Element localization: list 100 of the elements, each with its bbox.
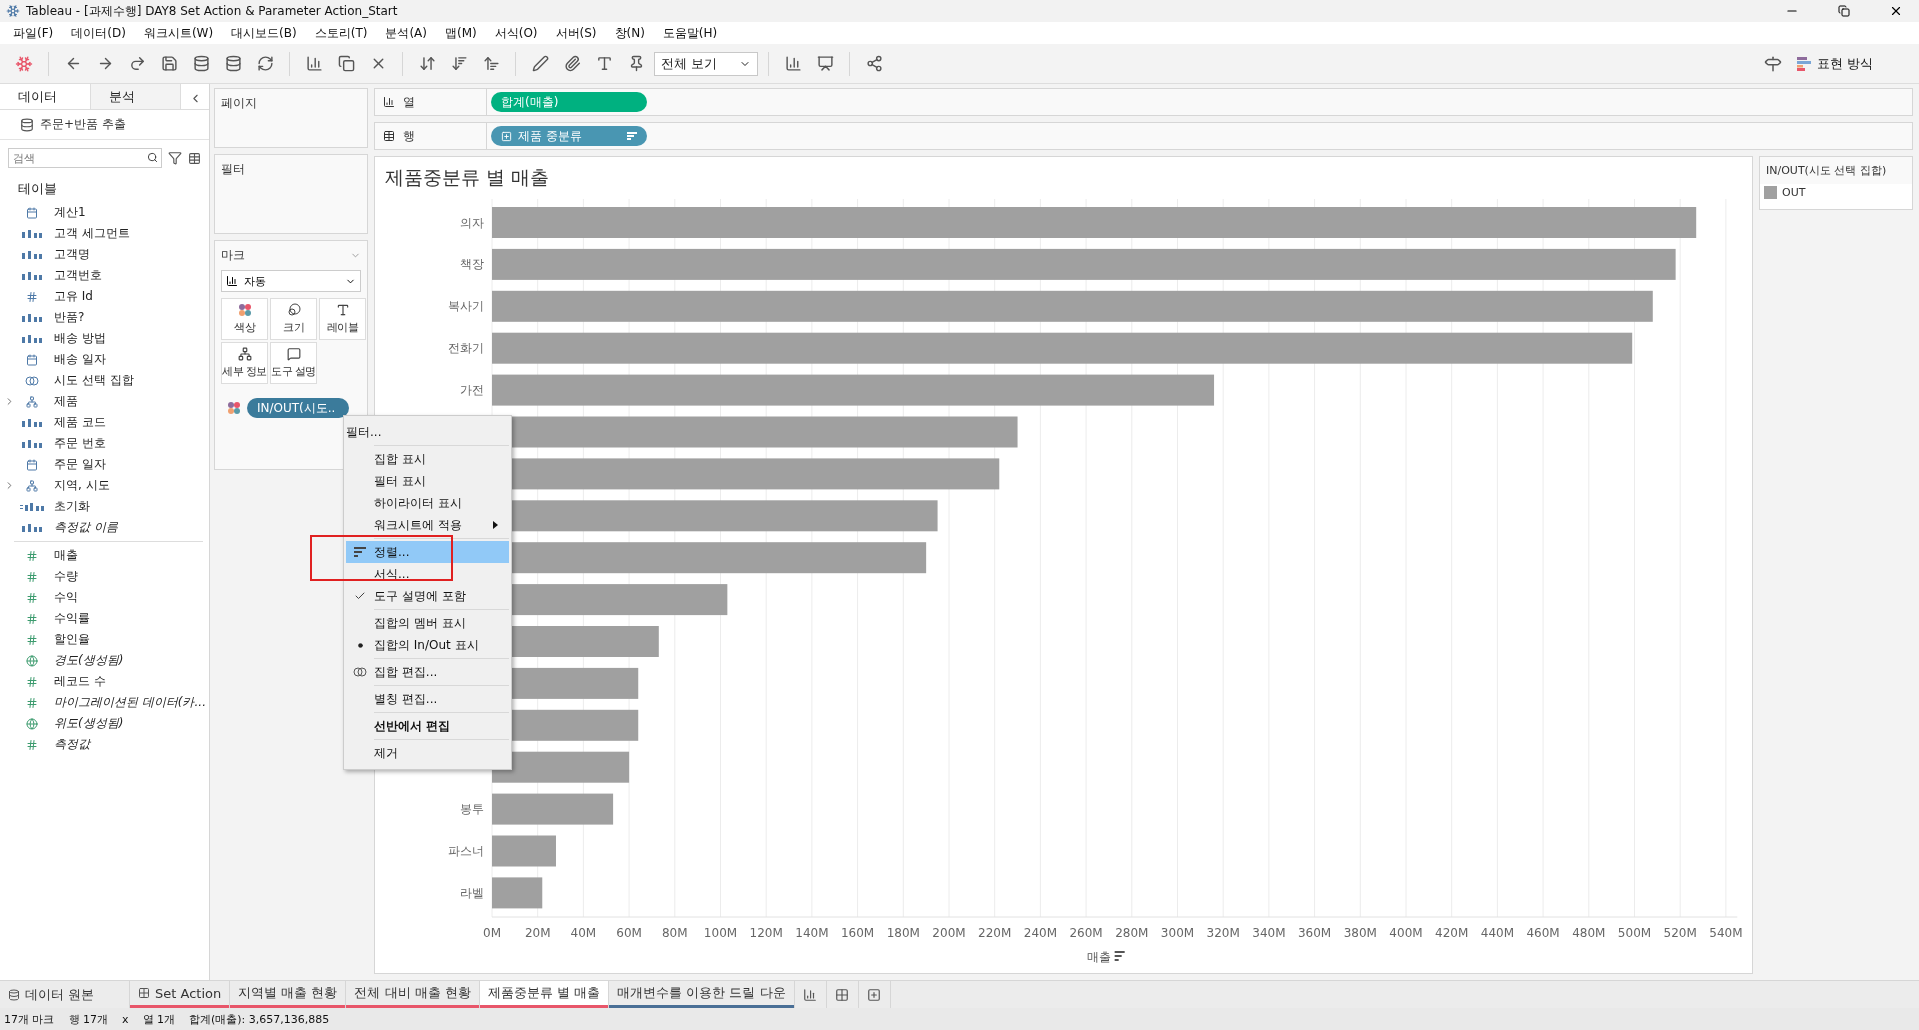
- menu-item[interactable]: 워크시트(W): [134, 24, 223, 42]
- field-item[interactable]: 고유 Id: [54, 288, 93, 305]
- marks-button[interactable]: 색상: [221, 298, 268, 340]
- pane-tab[interactable]: 분석: [90, 84, 181, 109]
- tick-label: 520M: [1663, 926, 1697, 940]
- menu-item[interactable]: 필터 표시: [346, 470, 509, 492]
- field-item[interactable]: 레코드 수: [54, 673, 106, 690]
- field-item[interactable]: 측정값 이름: [54, 519, 118, 536]
- field-item[interactable]: 수량: [54, 568, 78, 585]
- card-title: 마크: [221, 247, 245, 264]
- menu-item[interactable]: 서버(S): [546, 24, 606, 42]
- menu-item[interactable]: 도움말(H): [653, 24, 727, 42]
- menu-item[interactable]: 맵(M): [436, 24, 486, 42]
- fit-dropdown[interactable]: 전체 보기: [654, 51, 758, 76]
- field-item[interactable]: 제품: [54, 393, 78, 410]
- duplicate-icon: [337, 55, 355, 72]
- globe-icon: [26, 654, 38, 667]
- field-item[interactable]: 매출: [54, 547, 78, 564]
- menu-item[interactable]: 워크시트에 적용: [346, 514, 509, 536]
- field-item[interactable]: 고객명: [54, 246, 90, 263]
- search-icon: [147, 152, 158, 163]
- menu-item[interactable]: 서식(O): [485, 24, 547, 42]
- sort-icon[interactable]: [1114, 951, 1125, 961]
- field-item[interactable]: 계산1: [54, 204, 86, 221]
- grid-icon: [835, 987, 850, 1002]
- field-item[interactable]: 측정값: [54, 736, 90, 753]
- menu-item[interactable]: 정렬...: [346, 541, 509, 563]
- tick-label: 120M: [749, 926, 783, 940]
- menu-item[interactable]: 선반에서 편집: [346, 715, 509, 737]
- sort-descending-icon: [482, 55, 500, 72]
- hierarchy-icon: [26, 395, 38, 408]
- show-me-button[interactable]: 표현 방식: [1790, 49, 1879, 78]
- hash-icon: [26, 738, 38, 751]
- calculated-hash-icon: [26, 612, 38, 625]
- menu-item[interactable]: 제거: [346, 742, 509, 764]
- menu-item[interactable]: 스토리(T): [305, 24, 377, 42]
- menu-item[interactable]: 집합 표시: [346, 448, 509, 470]
- menu-item[interactable]: 하이라이터 표시: [346, 492, 509, 514]
- speech-bubble-icon: [286, 347, 301, 361]
- field-item[interactable]: 배송 방법: [54, 330, 106, 347]
- category-label: 가전: [460, 383, 484, 398]
- menu-item[interactable]: 대시보드(B): [222, 24, 306, 42]
- sort-ascending-icon: [450, 55, 468, 72]
- sheet-tab[interactable]: 지역별 매출 현황: [230, 981, 347, 1008]
- field-item[interactable]: 주문 일자: [54, 456, 106, 473]
- checkmark-icon: [354, 590, 366, 602]
- section-heading: 테이블: [17, 180, 58, 198]
- search-field[interactable]: 검색: [8, 148, 162, 168]
- tick-label: 460M: [1526, 926, 1560, 940]
- database-icon: [224, 55, 242, 72]
- menu-item[interactable]: 창(N): [605, 24, 654, 42]
- marks-button[interactable]: 도구 설명: [270, 342, 317, 384]
- field-item[interactable]: 위도(생성됨): [54, 715, 124, 732]
- sheet-tab[interactable]: 전체 대비 매출 현황: [346, 981, 480, 1008]
- tick-label: 300M: [1160, 926, 1195, 940]
- menu-item[interactable]: 별칭 편집...: [346, 688, 509, 710]
- field-item[interactable]: 초기화: [54, 498, 90, 515]
- database-icon: [8, 988, 20, 1001]
- filter-icon[interactable]: [168, 151, 182, 165]
- field-item[interactable]: 반품?: [54, 309, 85, 326]
- axis-title: 매출: [1086, 950, 1111, 964]
- tick-label: 380M: [1343, 926, 1377, 940]
- menu-item[interactable]: 집합 편집...: [346, 661, 509, 683]
- view-options-icon[interactable]: [188, 151, 201, 165]
- field-item[interactable]: 제품 코드: [54, 414, 106, 431]
- field-item[interactable]: 수익: [54, 589, 78, 606]
- menu-item[interactable]: 파일(F): [4, 24, 63, 42]
- hash-icon: [26, 696, 38, 709]
- field-item[interactable]: 경도(생성됨): [54, 652, 124, 669]
- sheet-tab[interactable]: Set Action: [130, 981, 231, 1008]
- category-label: 책장: [460, 257, 484, 272]
- field-item[interactable]: 고객번호: [54, 267, 102, 284]
- menu-item[interactable]: 서식...: [346, 563, 509, 585]
- field-item[interactable]: 수익률: [54, 610, 90, 627]
- menu-item[interactable]: 데이터(D): [62, 24, 135, 42]
- field-item[interactable]: 배송 일자: [54, 351, 106, 368]
- marks-button[interactable]: 크기: [270, 298, 317, 340]
- marks-button[interactable]: 레이블: [319, 298, 366, 340]
- field-pill[interactable]: IN/OUT(시도..: [247, 398, 350, 418]
- menu-item[interactable]: 필터...: [318, 421, 509, 443]
- field-item[interactable]: 할인율: [54, 631, 90, 648]
- bar: [492, 877, 543, 909]
- status-text: 합계(매출): 3,657,136,885: [189, 1011, 330, 1027]
- field-item[interactable]: 고객 세그먼트: [54, 225, 130, 242]
- menu-item[interactable]: 도구 설명에 포함: [346, 585, 509, 607]
- menu-item[interactable]: 집합의 In/Out 표시: [346, 634, 509, 656]
- mark-type-dropdown[interactable]: 자동: [221, 270, 361, 292]
- calendar-icon: [26, 458, 38, 471]
- category-label: 복사기: [448, 299, 484, 314]
- sheet-tab[interactable]: 매개변수를 이용한 드릴 다운: [609, 981, 795, 1008]
- data-source-name[interactable]: 주문+반품 추출: [40, 116, 126, 133]
- marks-button[interactable]: 세부 정보: [221, 342, 268, 384]
- sheet-tab[interactable]: 제품중분류 별 매출: [479, 981, 610, 1008]
- field-item[interactable]: 지역, 시도: [54, 477, 110, 494]
- menu-item[interactable]: 집합의 멤버 표시: [346, 612, 509, 634]
- field-item[interactable]: 마이그레이션된 데이터(카...: [54, 694, 206, 711]
- field-item[interactable]: 시도 선택 집합: [54, 372, 134, 389]
- menu-item[interactable]: 분석(A): [376, 24, 436, 42]
- field-item[interactable]: 주문 번호: [54, 435, 106, 452]
- tick-label: 260M: [1069, 926, 1103, 940]
